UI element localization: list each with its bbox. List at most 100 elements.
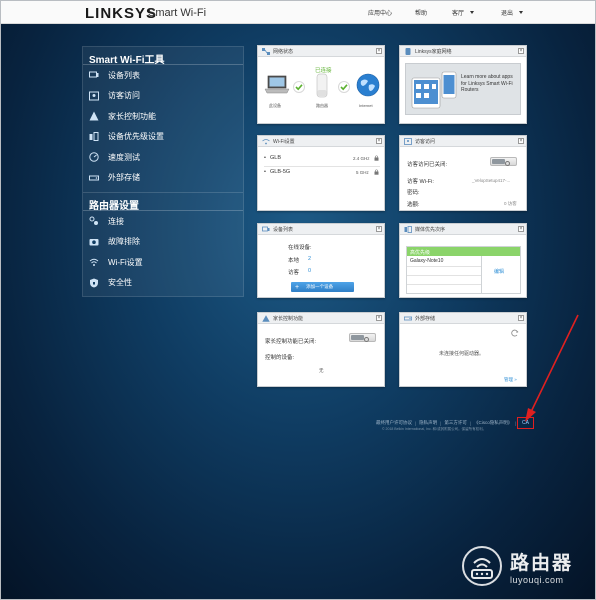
network-icon: [262, 47, 270, 55]
guest-devices-count[interactable]: 0: [308, 268, 311, 274]
sidebar-item-device-list[interactable]: 设备列表: [83, 65, 243, 86]
plus-icon: +: [295, 283, 300, 291]
close-icon[interactable]: ×: [376, 138, 382, 144]
sidebar-item-connectivity[interactable]: 连接: [83, 211, 243, 232]
internet-label: Internet: [359, 103, 373, 108]
footer-links: 最终用户许可协议 | 隐私声明 | 第三方许可 | 《Cisco隐私声明》 |: [376, 420, 517, 426]
lock-icon: [374, 155, 379, 161]
user-menu[interactable]: 客厅: [452, 8, 475, 17]
parental-controls-icon: [89, 111, 99, 121]
sidebar-item-media-prioritization[interactable]: 设备优先级设置: [83, 127, 243, 148]
guest-password-label: 密码:: [407, 190, 420, 196]
controlled-devices-value: 无: [319, 368, 324, 373]
chevron-down-icon: [470, 11, 475, 14]
troubleshooting-icon: [89, 238, 99, 246]
lock-icon: [374, 169, 379, 175]
device-list-icon: [262, 226, 270, 231]
chevron-down-icon: [519, 11, 524, 14]
this-device-label: 此设备: [269, 103, 281, 108]
guest-access-icon: [89, 91, 99, 101]
copyright-text: © 2018 Belkin International, Inc. 和/或其附属…: [382, 427, 487, 431]
local-devices-count[interactable]: 2: [308, 256, 311, 262]
product-name: Smart Wi-Fi: [148, 7, 207, 19]
guest-status-label: 访客访问已关闭:: [407, 162, 448, 168]
guest-wifi-label: 访客 Wi-Fi:: [407, 179, 434, 185]
close-icon[interactable]: ×: [518, 226, 524, 232]
sidebar: Smart Wi-Fi工具 设备列表 访客访问 家长控制功能 设备优先级设置 速…: [82, 46, 244, 297]
check-icon: [293, 81, 305, 93]
watermark-title: 路由器: [510, 552, 574, 574]
device-list-widget: 设备列表 × 在线设备: 本地 2 访客 0 + 添加一个设备: [257, 223, 385, 298]
parental-status-label: 家长控制功能已关闭:: [265, 339, 317, 345]
logout-menu[interactable]: 退出: [501, 8, 524, 17]
sidebar-item-guest-access[interactable]: 访客访问: [83, 86, 243, 107]
media-prioritization-icon: [89, 131, 99, 141]
linksys-app-widget: Linksys家庭网络 × Learn more about apps for …: [399, 45, 527, 124]
external-storage-widget: 外部存储 × 未连接任何驱动器。 管理 »: [399, 312, 527, 387]
brand-logo: LINKSYS: [85, 5, 158, 22]
close-icon[interactable]: ×: [518, 138, 524, 144]
device-list-icon: [89, 71, 99, 78]
router-section-title: 路由器设置: [83, 193, 243, 212]
check-icon: [338, 81, 350, 93]
wifi-icon: [262, 138, 270, 144]
laptop-icon: [264, 75, 290, 94]
close-icon[interactable]: ×: [376, 226, 382, 232]
guest-access-toggle[interactable]: [490, 157, 517, 166]
close-icon[interactable]: ×: [518, 48, 524, 54]
help-link[interactable]: 帮助: [415, 8, 427, 17]
app-icon: [405, 47, 411, 55]
router-logo-icon: [462, 546, 502, 586]
edit-link[interactable]: 编辑: [494, 268, 504, 275]
local-devices-label: 本地: [288, 258, 300, 264]
close-icon[interactable]: ×: [376, 48, 382, 54]
sidebar-item-external-storage[interactable]: 外部存储: [83, 168, 243, 189]
router-label: 路由器: [316, 103, 328, 108]
online-devices-label: 在线设备:: [288, 245, 312, 251]
app-promo-text: Learn more about apps for Linksys Smart …: [461, 74, 513, 93]
sidebar-item-troubleshooting[interactable]: 故障排除: [83, 232, 243, 253]
close-icon[interactable]: ×: [376, 315, 382, 321]
watermark-url: luyouqi.com: [510, 574, 564, 585]
app-promo-banner[interactable]: Learn more about apps for Linksys Smart …: [405, 63, 521, 115]
priority-device-row[interactable]: Galaxy-Note10: [407, 256, 481, 267]
guest-devices-label: 访客: [288, 270, 300, 276]
wifi-icon: [89, 259, 99, 267]
footer-link-cisco-privacy[interactable]: 《Cisco隐私声明》: [474, 420, 512, 426]
speed-test-icon: [89, 152, 99, 162]
tools-section-title: Smart Wi-Fi工具: [83, 47, 243, 66]
network-status-widget: 网络状态 × 已连接 此设备 路由器 Internet: [257, 45, 385, 124]
no-drive-message: 未连接任何驱动器。: [439, 351, 485, 357]
footer-link-eula[interactable]: 最终用户许可协议: [376, 420, 412, 426]
sidebar-item-wifi-settings[interactable]: Wi-Fi设置: [83, 252, 243, 273]
parental-controls-widget: 家长控制功能 × 家长控制功能已关闭: 控制的设备: 无: [257, 312, 385, 387]
parental-controls-icon: [262, 314, 270, 322]
parental-controls-toggle[interactable]: [349, 333, 376, 342]
connectivity-icon: [89, 216, 98, 226]
sidebar-item-parental-controls[interactable]: 家长控制功能: [83, 106, 243, 127]
guest-access-icon: [404, 137, 412, 145]
guest-allowed-label: 选额:: [407, 202, 420, 208]
sidebar-item-speed-test[interactable]: 速度测试: [83, 147, 243, 168]
footer-link-privacy[interactable]: 隐私声明: [419, 420, 437, 426]
guest-access-widget: 访客访问 × 访客访问已关闭: 访客 Wi-Fi: _VelopSetup417…: [399, 135, 527, 211]
top-bar: LINKSYS Smart Wi-Fi 应用中心 帮助 客厅 退出: [1, 1, 595, 24]
wifi-network-row[interactable]: • GLB-5G 5 GHz: [264, 167, 380, 181]
sidebar-item-security[interactable]: 安全性: [83, 273, 243, 294]
external-storage-icon: [89, 175, 99, 181]
wifi-network-row[interactable]: • GLB 2.4 GHz: [264, 153, 380, 167]
manage-link[interactable]: 管理 »: [504, 377, 517, 383]
footer-link-third-party[interactable]: 第三方许可: [444, 420, 467, 426]
controlled-devices-label: 控制的设备:: [265, 355, 295, 361]
guest-allowed-value: 0 访客: [504, 201, 517, 206]
media-prioritization-icon: [404, 225, 412, 233]
app-center-link[interactable]: 应用中心: [368, 8, 392, 17]
annotation-arrow: [525, 314, 579, 422]
high-priority-header: 高优先级: [407, 247, 520, 256]
add-device-button[interactable]: + 添加一个设备: [291, 282, 354, 292]
wifi-settings-widget: Wi-Fi设置 × • GLB 2.4 GHz • GLB-5G 5 GHz: [257, 135, 385, 211]
guest-wifi-value: _VelopSetup417-...: [472, 178, 511, 183]
refresh-icon[interactable]: [511, 329, 519, 337]
globe-icon: [356, 73, 380, 97]
shield-icon: [90, 278, 98, 288]
